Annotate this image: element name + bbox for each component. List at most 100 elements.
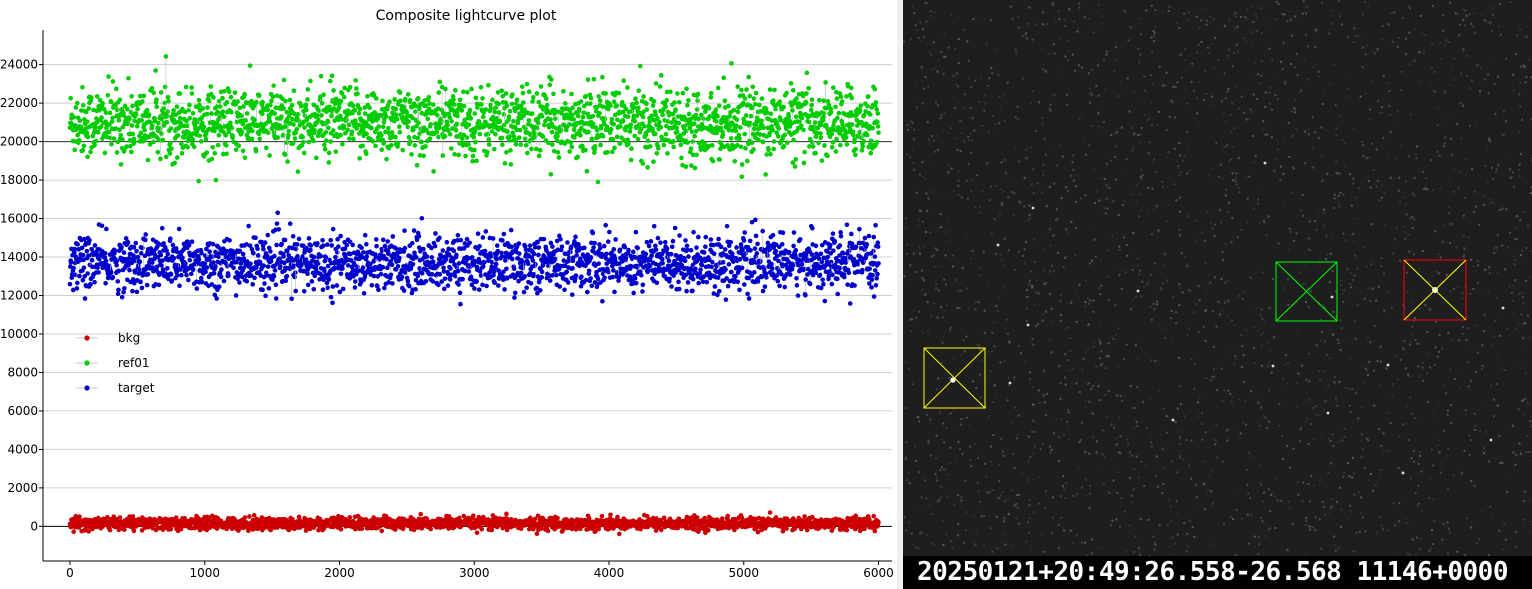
data-point: [664, 98, 670, 103]
data-point: [262, 240, 268, 245]
data-point: [713, 107, 719, 112]
data-point: [253, 148, 259, 154]
data-point: [548, 117, 553, 122]
data-point: [830, 140, 836, 145]
data-point: [735, 109, 741, 115]
data-point: [171, 255, 177, 261]
data-point: [165, 109, 171, 114]
data-point: [412, 143, 418, 148]
data-point: [144, 282, 150, 288]
data-point: [419, 215, 425, 221]
data-point: [82, 296, 88, 301]
data-point: [838, 94, 844, 99]
data-point: [378, 271, 384, 277]
data-point: [703, 234, 709, 240]
data-point: [220, 95, 225, 101]
data-point: [265, 130, 271, 135]
data-point: [651, 159, 656, 164]
data-point: [255, 246, 260, 252]
data-point: [524, 285, 529, 290]
data-point: [539, 275, 545, 280]
data-point: [688, 248, 694, 253]
data-point: [127, 116, 132, 122]
data-point: [71, 529, 76, 535]
data-point: [165, 251, 171, 257]
data-point: [661, 142, 667, 148]
data-point: [179, 150, 185, 156]
data-point: [130, 288, 135, 294]
data-point: [596, 94, 602, 99]
data-point: [470, 158, 475, 164]
data-point: [744, 158, 750, 164]
data-point: [717, 157, 722, 162]
data-point: [817, 97, 822, 103]
data-point: [762, 284, 768, 289]
data-point: [523, 142, 529, 148]
data-point: [830, 248, 836, 253]
data-point: [373, 143, 378, 149]
data-point: [186, 108, 192, 113]
data-point: [508, 148, 513, 153]
data-point: [807, 281, 813, 287]
data-point: [326, 150, 332, 156]
data-point: [451, 102, 457, 107]
data-point: [829, 131, 835, 137]
data-point: [712, 284, 718, 289]
data-point: [735, 279, 740, 285]
data-point: [369, 282, 375, 288]
data-point: [866, 233, 872, 239]
data-point: [287, 97, 293, 103]
data-point: [742, 230, 747, 235]
data-point: [797, 237, 803, 242]
data-point: [715, 275, 721, 280]
data-point: [110, 79, 116, 84]
data-point: [180, 255, 185, 260]
data-point: [721, 75, 727, 81]
data-point: [691, 229, 696, 235]
data-point: [765, 253, 770, 258]
data-point: [865, 94, 871, 99]
data-point: [872, 254, 878, 259]
data-point: [589, 283, 595, 289]
data-point: [67, 281, 73, 287]
data-point: [840, 251, 846, 256]
data-point: [722, 247, 728, 252]
data-point: [747, 93, 753, 99]
data-point: [169, 278, 175, 284]
data-point: [72, 246, 78, 252]
data-point: [804, 91, 809, 96]
data-point: [708, 90, 714, 96]
data-point: [737, 256, 743, 262]
data-point: [690, 139, 696, 144]
data-point: [738, 144, 744, 150]
data-point: [723, 267, 728, 272]
data-point: [873, 223, 878, 228]
data-point: [272, 111, 278, 116]
data-point: [868, 138, 874, 144]
data-point: [861, 138, 867, 144]
data-point: [198, 275, 204, 281]
data-point: [541, 122, 547, 128]
data-point: [373, 237, 379, 242]
data-point: [635, 136, 641, 142]
data-point: [722, 98, 728, 104]
data-point: [117, 515, 123, 520]
data-point: [595, 276, 601, 282]
data-point: [203, 269, 208, 275]
y-tick-label: 8000: [7, 365, 38, 379]
data-point: [768, 111, 774, 117]
data-point: [155, 149, 161, 155]
data-point: [102, 150, 108, 156]
data-point: [791, 243, 796, 249]
data-point: [325, 242, 330, 247]
series-target: [67, 210, 881, 307]
data-point: [514, 97, 520, 103]
data-point: [261, 246, 266, 252]
data-point: [244, 111, 250, 116]
data-point: [153, 68, 158, 73]
data-point: [686, 111, 692, 117]
data-point: [168, 236, 173, 241]
data-point: [724, 223, 730, 229]
data-point: [751, 96, 757, 101]
data-point: [686, 254, 691, 259]
